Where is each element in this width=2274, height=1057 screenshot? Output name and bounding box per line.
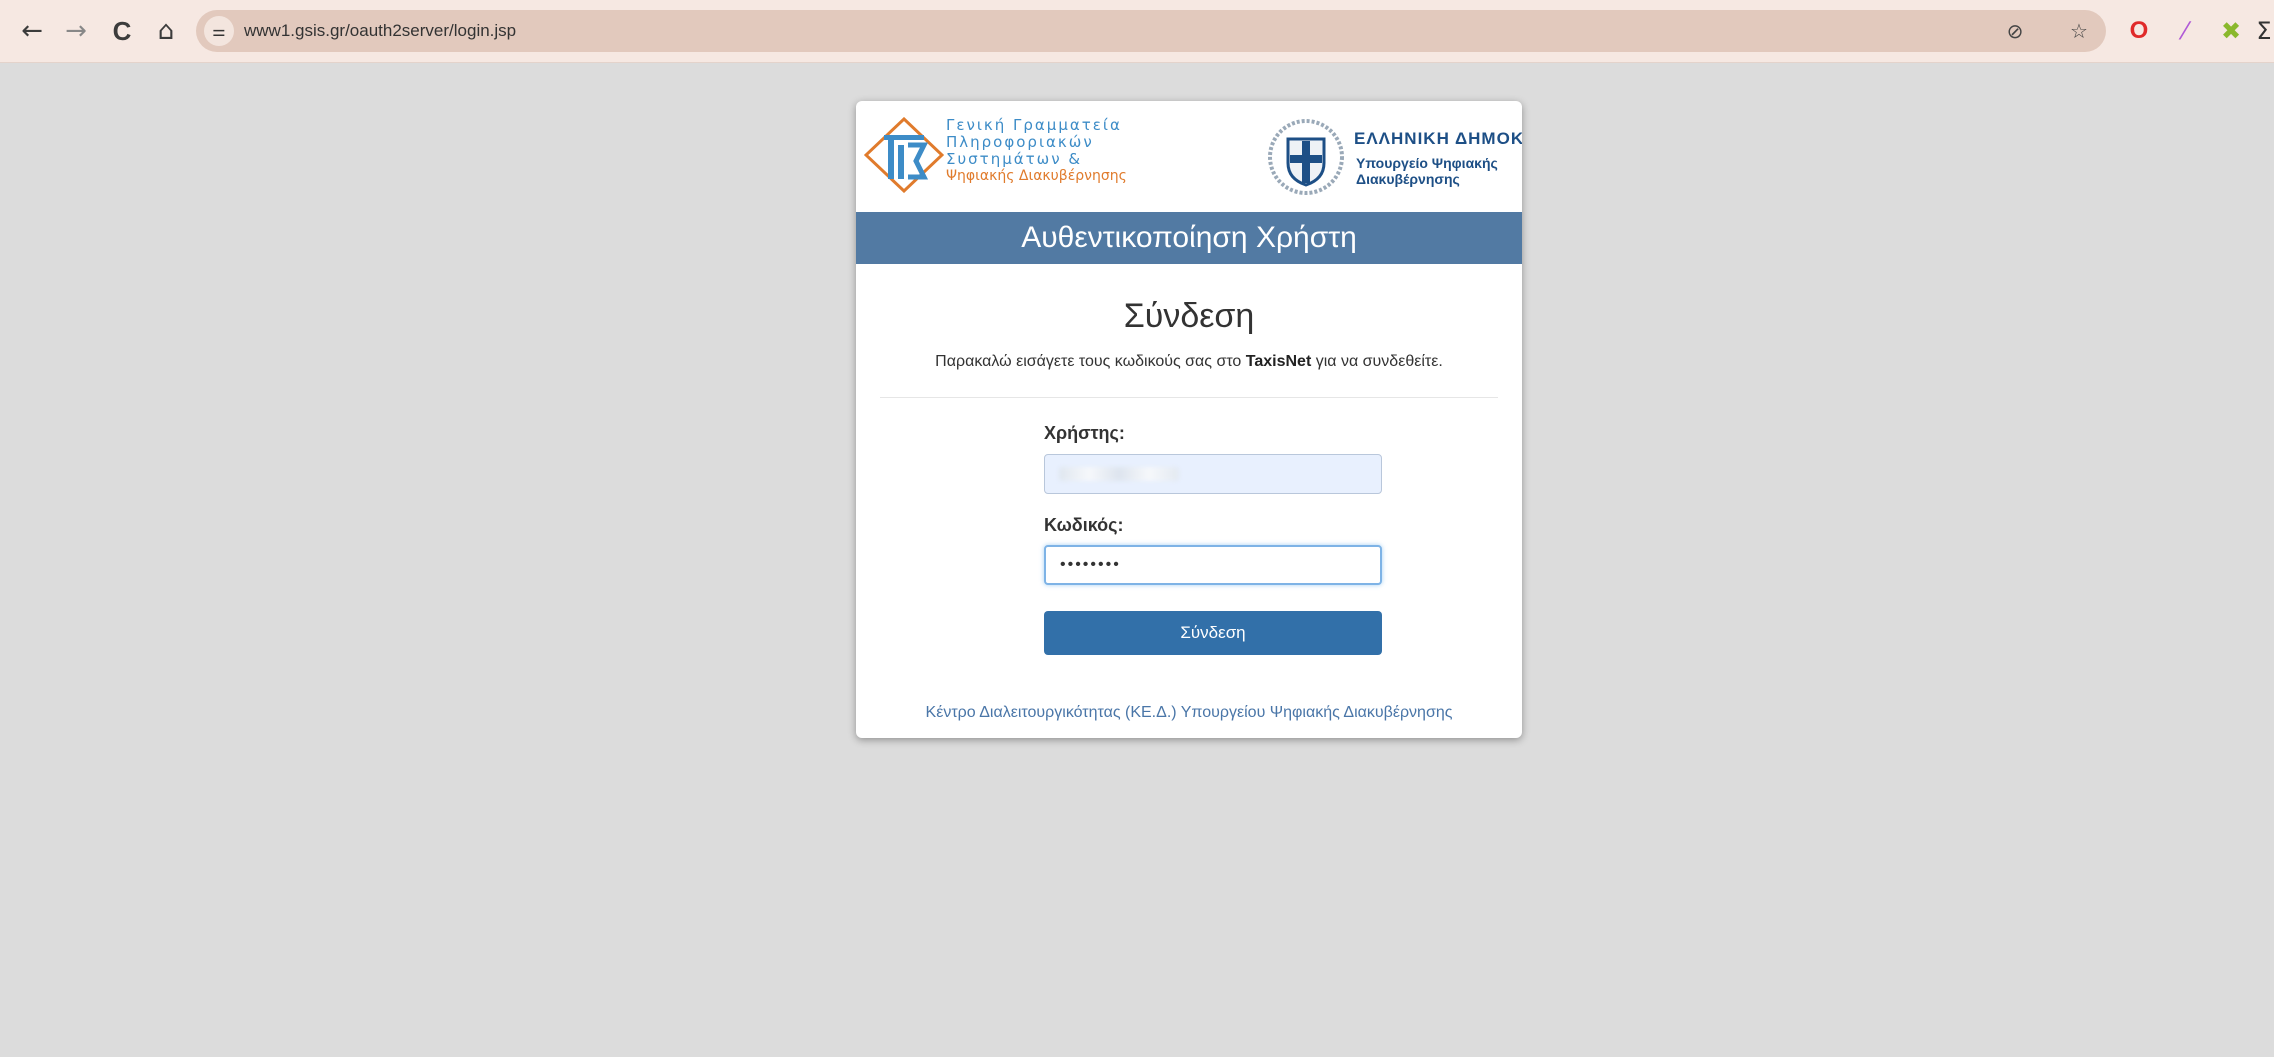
gsis-line-2: Πληροφοριακών xyxy=(946,133,1094,151)
ked-footer-link[interactable]: Κέντρο Διαλειτουργικότητας (ΚΕ.Δ.) Υπουρ… xyxy=(856,704,1522,722)
more-icon[interactable]: Σ xyxy=(2254,14,2274,48)
reload-icon[interactable]: C xyxy=(104,13,140,49)
login-instructions: Παρακαλώ εισάγετε τους κωδικούς σας στο … xyxy=(856,353,1522,371)
gsis-emblem-icon xyxy=(863,116,945,194)
gsis-line-4: Ψηφιακής Διακυβέρνησης xyxy=(946,168,1127,184)
taxisnet-label: TaxisNet xyxy=(1245,353,1312,370)
puzzle-icon[interactable]: ✖ xyxy=(2214,14,2248,48)
gov-subtitle-line-2: Διακυβέρνησης xyxy=(1356,171,1460,187)
username-field[interactable] xyxy=(1044,454,1382,494)
address-bar[interactable]: ⚌ www1.gsis.gr/oauth2server/login.jsp ⊘ … xyxy=(196,10,2106,52)
browser-toolbar: ← → C ⌂ ⚌ www1.gsis.gr/oauth2server/logi… xyxy=(0,0,2274,63)
gsis-logo: Γενική Γραμματεία Πληροφοριακών Συστημάτ… xyxy=(863,116,1164,207)
hellenic-republic-logo: ΕΛΛΗΝΙΚΗ ΔΗΜΟΚΡΑΤΙΑ Υπουργείο Ψηφιακής Δ… xyxy=(1266,117,1522,197)
home-icon[interactable]: ⌂ xyxy=(148,13,184,49)
password-field[interactable] xyxy=(1044,545,1382,585)
instructions-text-1: Παρακαλώ εισάγετε τους κωδικούς σας στο xyxy=(935,353,1246,370)
forward-icon[interactable]: → xyxy=(58,13,94,49)
password-label: Κωδικός: xyxy=(1044,515,1124,535)
divider xyxy=(880,397,1498,398)
username-label: Χρήστης: xyxy=(1044,423,1125,443)
instructions-text-2: για να συνδεθείτε. xyxy=(1311,353,1443,370)
redacted-username xyxy=(1059,467,1179,481)
auth-banner: Αυθεντικοποίηση Χρήστη xyxy=(856,212,1522,264)
gov-subtitle: Υπουργείο Ψηφιακής Διακυβέρνησης xyxy=(1356,155,1516,187)
greek-coat-of-arms-icon xyxy=(1268,119,1344,195)
login-card: Γενική Γραμματεία Πληροφοριακών Συστημάτ… xyxy=(856,101,1522,738)
eye-off-icon[interactable]: ⊘ xyxy=(2002,18,2028,44)
gov-title: ΕΛΛΗΝΙΚΗ ΔΗΜΟΚΡΑΤΙΑ xyxy=(1354,129,1522,148)
gsis-line-3: Συστημάτων & xyxy=(946,150,1083,168)
gsis-text: Γενική Γραμματεία Πληροφοριακών Συστημάτ… xyxy=(946,117,1127,185)
url-text[interactable]: www1.gsis.gr/oauth2server/login.jsp xyxy=(244,21,516,41)
gov-subtitle-line-1: Υπουργείο Ψηφιακής xyxy=(1356,155,1498,171)
site-info-icon[interactable]: ⚌ xyxy=(204,16,234,46)
back-icon[interactable]: ← xyxy=(14,13,50,49)
gsis-line-1: Γενική Γραμματεία xyxy=(946,116,1122,134)
opera-icon[interactable]: O xyxy=(2122,14,2156,48)
page-title: Σύνδεση xyxy=(1123,297,1255,335)
bookmark-star-icon[interactable]: ☆ xyxy=(2066,18,2092,44)
pen-icon[interactable]: ⁄ xyxy=(2168,14,2202,48)
login-button[interactable]: Σύνδεση xyxy=(1044,611,1382,655)
